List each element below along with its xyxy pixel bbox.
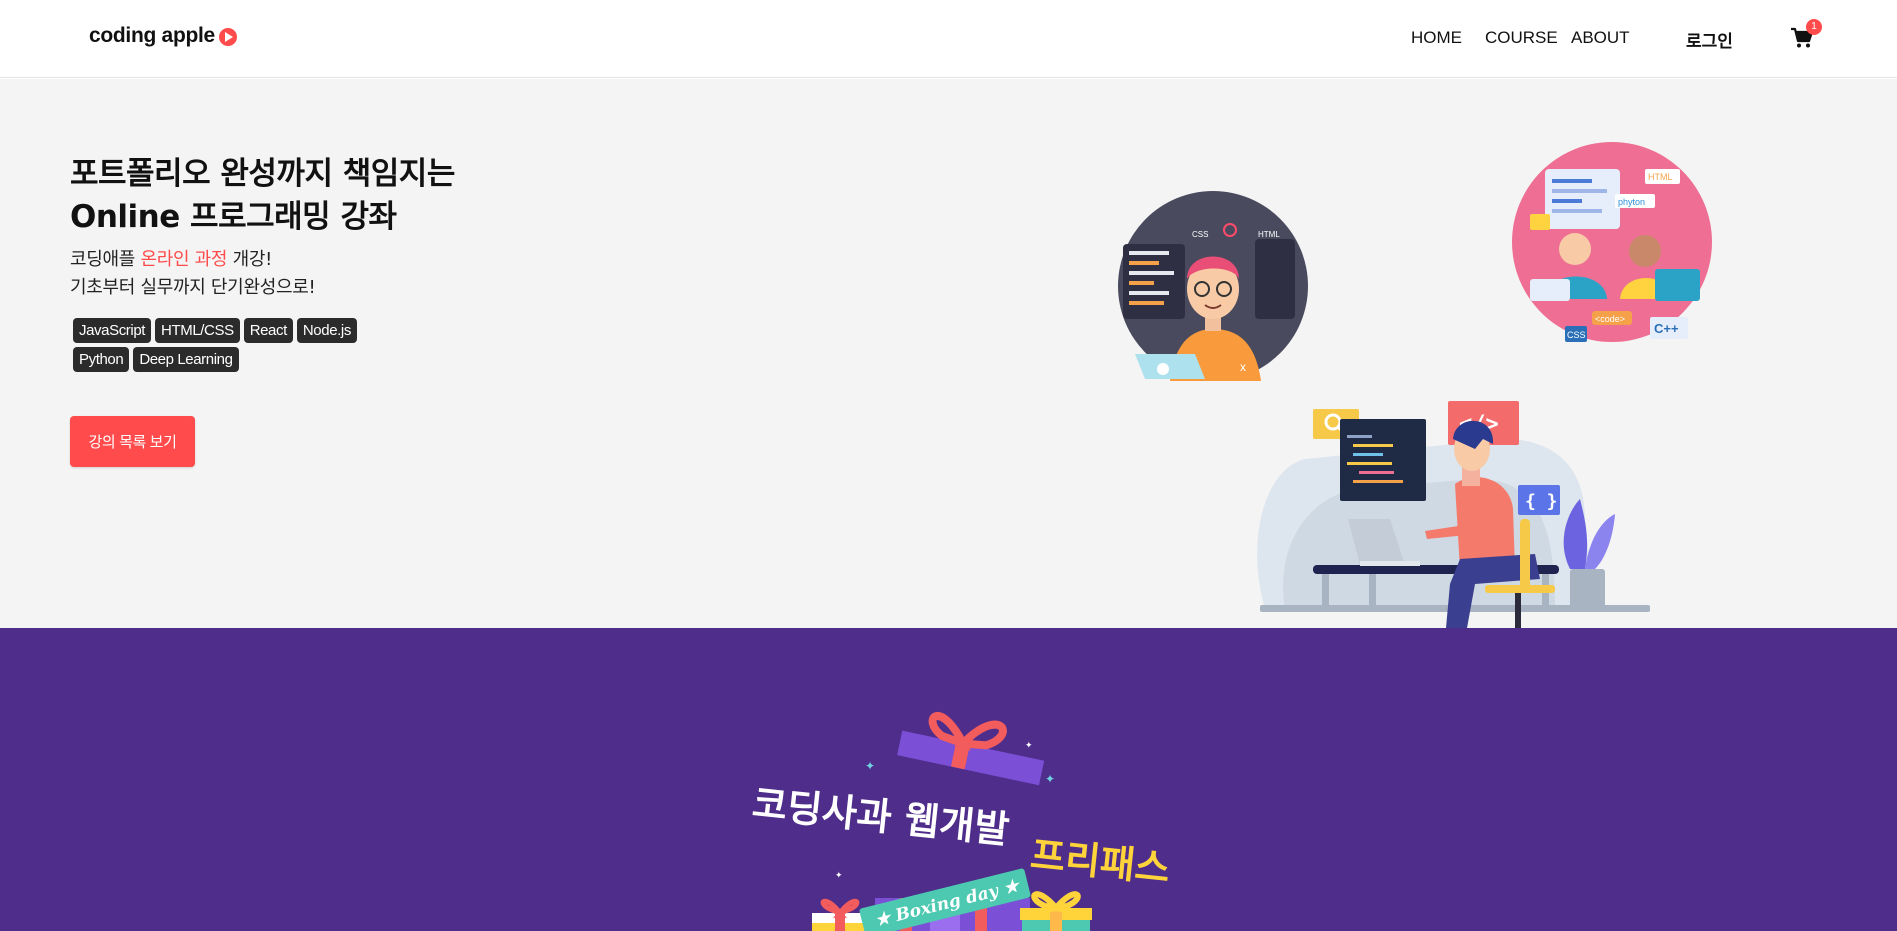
- left-circle-image: HTML CSS x: [1118, 191, 1308, 381]
- tag-javascript: JavaScript: [73, 318, 152, 343]
- svg-text:x: x: [1240, 360, 1246, 374]
- promo-banner[interactable]: ✦ ✦ ✦ ✦ ★ Boxing day ★ 코딩사과 웹개발 프리패스: [0, 628, 1897, 931]
- login-link[interactable]: 로그인: [1686, 27, 1733, 52]
- tag-html-css: HTML/CSS: [155, 318, 240, 343]
- sparkle-icon: ✦: [835, 871, 843, 881]
- right-circle-code-text: <code>: [1595, 314, 1625, 324]
- nav-course[interactable]: COURSE: [1485, 28, 1558, 48]
- promo-artwork: ✦ ✦ ✦ ✦ ★ Boxing day ★ 코딩사과 웹개발 프리패스: [750, 712, 1172, 931]
- hero-title-line2: Online 프로그래밍 강좌: [70, 199, 397, 235]
- logo[interactable]: coding apple: [89, 24, 237, 48]
- cart-count-badge: 1: [1806, 19, 1822, 35]
- gift-box-right: [1020, 891, 1092, 931]
- hero-title: 포트폴리오 완성까지 책임지는 Online 프로그래밍 강좌: [70, 153, 455, 239]
- sparkle-icon: ✦: [865, 759, 875, 773]
- nav-home[interactable]: HOME: [1411, 28, 1462, 48]
- hero-title-line1: 포트폴리오 완성까지 책임지는: [70, 156, 455, 192]
- right-circle-image: HTML phyton <code> CSS C++: [1512, 142, 1712, 342]
- braces-text: { }: [1525, 491, 1558, 512]
- tag-deep-learning: Deep Learning: [133, 347, 239, 372]
- promo-title-yellow: 프리패스: [1028, 833, 1172, 891]
- tag-react: React: [243, 318, 293, 343]
- developer-illustration: HTML CSS x HTML phyton <code> CSS C++ {…: [1118, 142, 1712, 628]
- course-list-button[interactable]: 강의 목록 보기: [70, 416, 195, 467]
- right-circle-cpp-text: C++: [1654, 321, 1679, 336]
- hero-sub-suffix: 개강!: [227, 249, 273, 270]
- right-circle-python-text: phyton: [1618, 197, 1645, 207]
- left-circle-html-text: HTML: [1258, 230, 1280, 239]
- tech-tags: JavaScript HTML/CSS React Node.js Python…: [73, 318, 373, 372]
- sparkle-icon: ✦: [1025, 741, 1033, 751]
- nav-about[interactable]: ABOUT: [1571, 28, 1630, 48]
- hero-sub-accent: 온라인 과정: [140, 249, 228, 270]
- site-header: coding apple HOME COURSE ABOUT 로그인 1: [0, 0, 1897, 78]
- hero-sub-line2: 기초부터 실무까지 단기완성으로!: [70, 277, 316, 298]
- hero-section: 포트폴리오 완성까지 책임지는 Online 프로그래밍 강좌 코딩애플 온라인…: [0, 79, 1897, 628]
- sparkle-icon: ✦: [1045, 772, 1055, 786]
- right-circle-html-text: HTML: [1648, 172, 1673, 182]
- play-icon: [218, 28, 237, 46]
- right-circle-css-text: CSS: [1567, 330, 1586, 340]
- hero-subtitle: 코딩애플 온라인 과정 개강! 기초부터 실무까지 단기완성으로!: [70, 246, 316, 302]
- hero-sub-prefix: 코딩애플: [70, 249, 141, 270]
- code-editor-panel: [1340, 419, 1426, 501]
- logo-text: coding apple: [89, 24, 215, 47]
- tag-nodejs: Node.js: [296, 318, 357, 343]
- left-circle-css-text: CSS: [1192, 230, 1208, 239]
- tag-python: Python: [73, 347, 130, 372]
- promo-title-white: 코딩사과 웹개발: [750, 781, 1011, 852]
